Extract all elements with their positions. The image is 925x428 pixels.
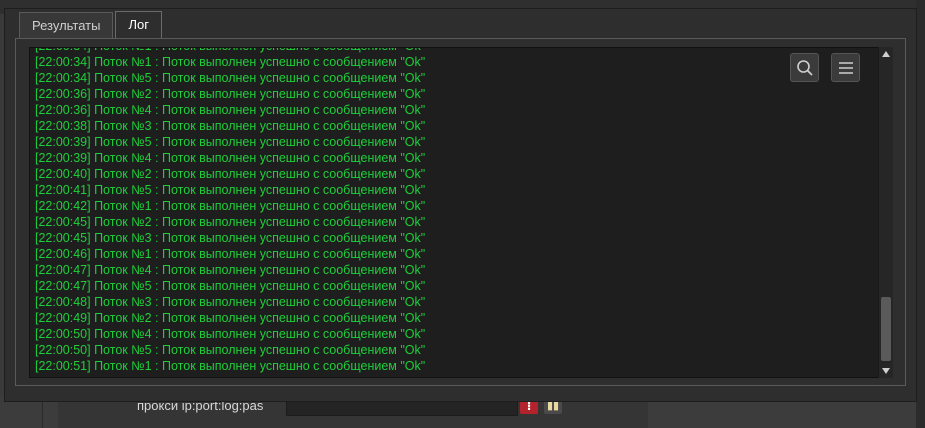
log-scrollbar[interactable] <box>878 47 893 378</box>
menu-button[interactable] <box>831 53 860 82</box>
log-panel: [22:00:34] Поток №1 : Поток выполнен усп… <box>15 38 906 386</box>
search-icon <box>796 59 813 76</box>
log-line: [22:00:47] Поток №5 : Поток выполнен усп… <box>35 279 426 293</box>
log-line: [22:00:48] Поток №3 : Поток выполнен усп… <box>35 295 426 309</box>
log-line: [22:00:50] Поток №5 : Поток выполнен усп… <box>35 343 426 357</box>
log-line: [22:00:34] Поток №5 : Поток выполнен усп… <box>35 71 426 85</box>
scroll-down-arrow[interactable] <box>879 364 893 378</box>
tab-log[interactable]: Лог <box>115 11 162 39</box>
tab-results[interactable]: Результаты <box>19 12 114 38</box>
log-line: [22:00:49] Поток №2 : Поток выполнен усп… <box>35 311 426 325</box>
log-line: [22:00:40] Поток №2 : Поток выполнен усп… <box>35 167 426 181</box>
log-lines: [22:00:34] Поток №1 : Поток выполнен усп… <box>35 48 426 374</box>
triangle-up-icon <box>882 51 890 57</box>
search-button[interactable] <box>790 53 819 82</box>
log-line: [22:00:46] Поток №1 : Поток выполнен усп… <box>35 247 426 261</box>
hamburger-menu-icon <box>838 61 853 74</box>
log-line: [22:00:50] Поток №4 : Поток выполнен усп… <box>35 327 426 341</box>
log-line: [22:00:34] Поток №1 : Поток выполнен усп… <box>35 55 426 69</box>
log-line: [22:00:51] Поток №1 : Поток выполнен усп… <box>35 359 426 373</box>
log-line: [22:00:39] Поток №5 : Поток выполнен усп… <box>35 135 426 149</box>
log-line: [22:00:45] Поток №3 : Поток выполнен усп… <box>35 231 426 245</box>
scroll-thumb[interactable] <box>881 297 891 361</box>
log-line: [22:00:45] Поток №2 : Поток выполнен усп… <box>35 215 426 229</box>
log-text-area[interactable]: [22:00:34] Поток №1 : Поток выполнен усп… <box>29 47 879 378</box>
triangle-down-icon <box>882 368 890 374</box>
log-line: [22:00:34] Поток №1 : Поток выполнен усп… <box>35 48 425 54</box>
log-window: Результаты Лог [22:00:34] Поток №1 : Пот… <box>4 8 917 402</box>
log-line: [22:00:36] Поток №2 : Поток выполнен усп… <box>35 87 426 101</box>
tab-bar: Результаты Лог <box>19 11 164 39</box>
log-line: [22:00:41] Поток №5 : Поток выполнен усп… <box>35 183 426 197</box>
log-line: [22:00:42] Поток №1 : Поток выполнен усп… <box>35 199 426 213</box>
scroll-up-arrow[interactable] <box>879 47 893 61</box>
background-right-edge <box>916 0 925 428</box>
log-line: [22:00:38] Поток №3 : Поток выполнен усп… <box>35 119 426 133</box>
log-line: [22:00:36] Поток №4 : Поток выполнен усп… <box>35 103 426 117</box>
log-line: [22:00:47] Поток №4 : Поток выполнен усп… <box>35 263 426 277</box>
log-line: [22:00:39] Поток №4 : Поток выполнен усп… <box>35 151 426 165</box>
